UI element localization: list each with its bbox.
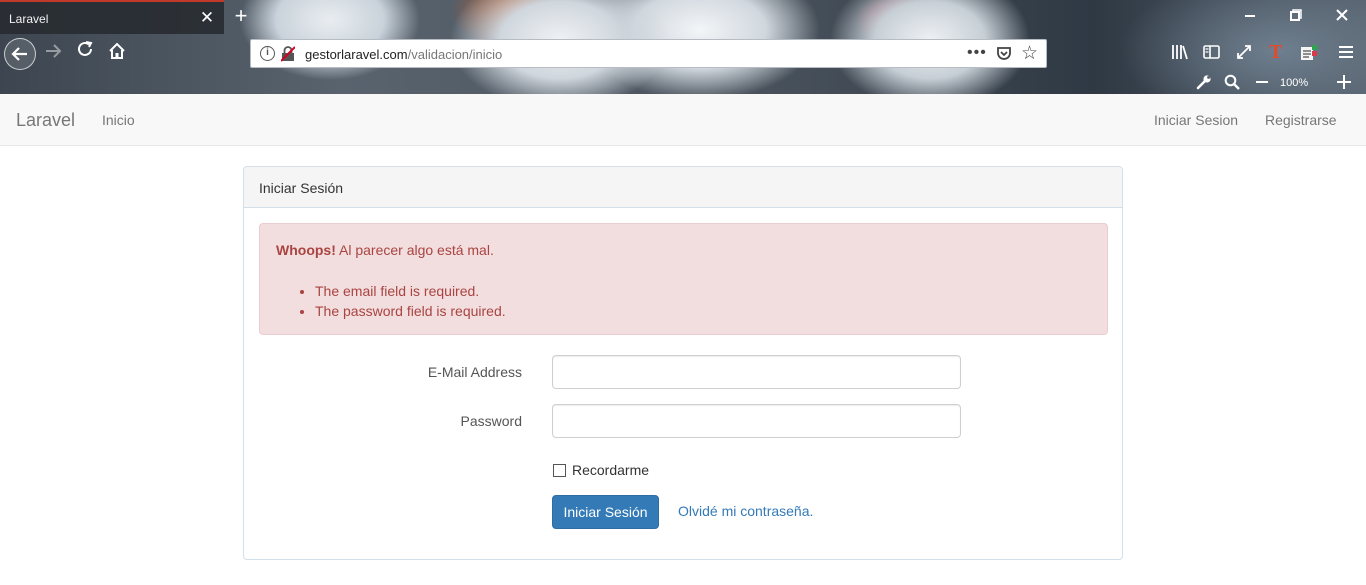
password-label: Password	[460, 413, 522, 429]
password-field[interactable]	[552, 404, 961, 438]
tab-close-icon[interactable]: ✕	[198, 8, 216, 28]
page-actions-icon[interactable]: •••	[967, 44, 987, 62]
remember-label[interactable]: Recordarme	[572, 462, 649, 478]
info-icon[interactable]: i	[260, 46, 275, 61]
zoom-search-icon[interactable]	[1224, 74, 1240, 95]
login-submit-button[interactable]: Iniciar Sesión	[552, 495, 659, 529]
url-bar[interactable]: i gestorlaravel.com/validacion/inicio ••…	[250, 39, 1047, 68]
remember-checkbox[interactable]	[553, 464, 566, 477]
error-item-email: The email field is required.	[315, 281, 506, 301]
zoom-out-icon[interactable]	[1255, 74, 1269, 95]
error-item-password: The password field is required.	[315, 301, 506, 321]
forgot-password-link[interactable]: Olvidé mi contraseña.	[678, 503, 813, 519]
close-window-icon[interactable]	[1322, 4, 1362, 30]
alert-strong: Whoops!	[276, 242, 336, 258]
url-text[interactable]: gestorlaravel.com/validacion/inicio	[305, 47, 502, 62]
menu-icon[interactable]	[1338, 45, 1354, 64]
email-field[interactable]	[552, 355, 961, 389]
extension-t-icon[interactable]: T	[1269, 41, 1282, 64]
error-alert: Whoops! Al parecer algo está mal. The em…	[259, 223, 1108, 335]
nav-link-register[interactable]: Registrarse	[1265, 112, 1337, 128]
url-path: /validacion/inicio	[407, 47, 503, 62]
url-domain: gestorlaravel.com	[305, 47, 408, 62]
home-icon[interactable]	[108, 42, 126, 60]
extension-reader-icon[interactable]	[1300, 44, 1318, 66]
nav-link-login[interactable]: Iniciar Sesion	[1154, 112, 1238, 128]
zoom-in-icon[interactable]	[1336, 74, 1352, 95]
insecure-lock-icon[interactable]	[280, 46, 296, 62]
app-navbar: Laravel Inicio Iniciar Sesion Registrars…	[0, 94, 1366, 146]
nav-link-inicio[interactable]: Inicio	[102, 112, 135, 128]
tab-title: Laravel	[9, 12, 49, 26]
error-list: The email field is required. The passwor…	[315, 281, 506, 321]
browser-chrome: Laravel ✕ + i gestorlaravel.com/validaci…	[0, 0, 1366, 94]
forward-arrow-icon[interactable]	[44, 42, 62, 65]
email-label: E-Mail Address	[427, 364, 522, 380]
panel-title: Iniciar Sesión	[259, 180, 344, 196]
navbar-brand[interactable]: Laravel	[16, 110, 75, 131]
pocket-icon[interactable]	[996, 46, 1012, 62]
restore-icon[interactable]	[1276, 4, 1316, 30]
login-panel: Iniciar Sesión Whoops! Al parecer algo e…	[243, 166, 1123, 560]
minimize-icon[interactable]	[1230, 4, 1270, 30]
alert-heading: Whoops! Al parecer algo está mal.	[276, 242, 494, 258]
new-tab-button[interactable]: +	[230, 4, 252, 28]
navigation-toolbar: i gestorlaravel.com/validacion/inicio ••…	[0, 34, 1366, 94]
browser-tab-active[interactable]: Laravel ✕	[0, 0, 224, 34]
library-icon[interactable]	[1171, 44, 1189, 65]
sidebar-icon[interactable]	[1203, 44, 1220, 65]
zoom-level[interactable]: 100%	[1280, 77, 1308, 89]
reload-icon[interactable]	[76, 40, 94, 64]
wrench-icon[interactable]	[1196, 74, 1212, 95]
back-arrow-icon[interactable]	[4, 38, 36, 70]
fullscreen-icon[interactable]	[1236, 44, 1252, 65]
alert-message: Al parecer algo está mal.	[335, 242, 494, 258]
panel-heading: Iniciar Sesión	[244, 167, 1122, 208]
bookmark-star-icon[interactable]: ☆	[1021, 42, 1038, 65]
